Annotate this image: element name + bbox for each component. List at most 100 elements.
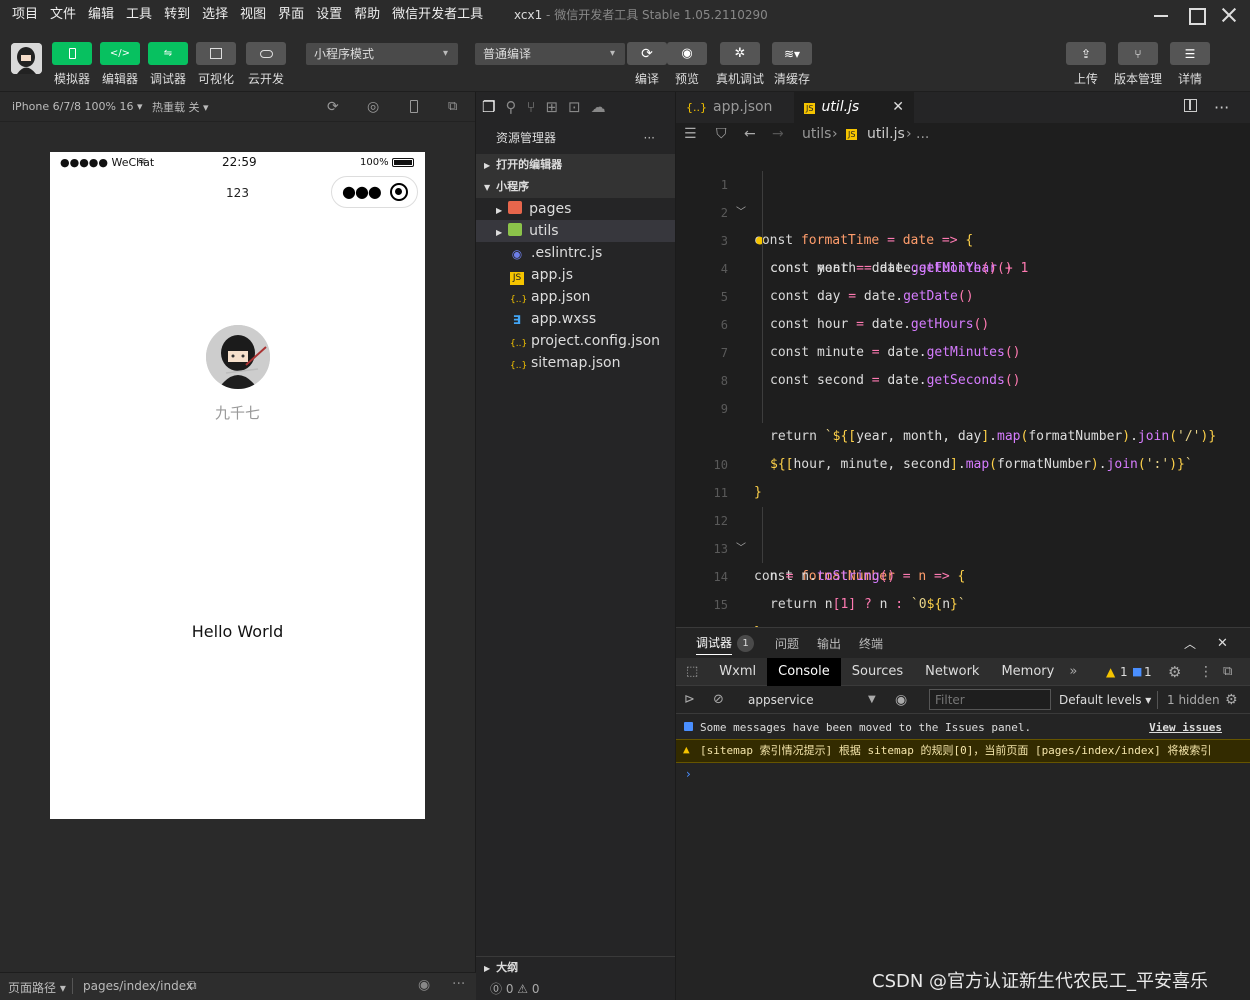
dock-icon[interactable]: ⧉ — [1223, 664, 1232, 679]
more-icon[interactable]: ●●● — [342, 182, 382, 201]
tab-console[interactable]: Console — [767, 657, 841, 686]
close-miniprogram-icon[interactable] — [390, 183, 408, 201]
device-select[interactable]: iPhone 6/7/8 100% 16 ▾ — [12, 100, 143, 113]
compile-button[interactable]: ⟳ 编译 — [627, 42, 667, 87]
phone-outline-icon[interactable] — [410, 100, 418, 113]
search-icon[interactable]: ⚲ — [505, 98, 516, 116]
fold-icon[interactable]: ﹀ — [736, 535, 746, 563]
warning-count[interactable]: 1 — [1120, 665, 1128, 679]
menu-item-interface[interactable]: 界面 — [272, 0, 310, 30]
files-icon[interactable]: ❐ — [482, 98, 495, 116]
levels-select[interactable]: Default levels ▾ — [1059, 693, 1151, 707]
close-panel-icon[interactable]: ✕ — [1217, 636, 1228, 651]
maximize-icon[interactable] — [1185, 4, 1207, 26]
tree-item-app-json[interactable]: {..} app.json — [476, 286, 675, 308]
menu-item-wechat-devtools[interactable]: 微信开发者工具 — [386, 0, 489, 30]
menu-item-select[interactable]: 选择 — [196, 0, 234, 30]
menu-item-edit[interactable]: 编辑 — [82, 0, 120, 30]
debug-icon[interactable]: ⊡ — [568, 98, 581, 116]
gear-icon[interactable]: ⚙ — [1168, 663, 1181, 681]
close-icon[interactable] — [1218, 4, 1240, 26]
menu-item-settings[interactable]: 设置 — [310, 0, 348, 30]
source-control-icon[interactable]: ⑂ — [526, 98, 535, 116]
open-editors-section[interactable]: ▶ 打开的编辑器 — [476, 154, 675, 176]
menu-icon: ☰ — [1184, 46, 1196, 61]
code-area[interactable]: 1 ﹀ const formatTime = date => { 2 ● con… — [676, 143, 1250, 627]
view-issues-link[interactable]: View issues — [1149, 722, 1222, 734]
sidebar-icon[interactable]: ⊳ — [684, 692, 695, 707]
tab-output[interactable]: 输出 — [817, 635, 841, 652]
minimize-icon[interactable] — [1150, 4, 1172, 26]
tree-item-sitemap[interactable]: {..} sitemap.json — [476, 352, 675, 374]
more-tabs-icon[interactable]: » — [1065, 664, 1081, 679]
project-section[interactable]: ▼ 小程序 — [476, 176, 675, 198]
tree-item-app-js[interactable]: JS app.js — [476, 264, 675, 286]
problems-status[interactable]: ⓪ 0 ⚠ 0 — [490, 978, 539, 1000]
tree-item-app-wxss[interactable]: ∃ app.wxss — [476, 308, 675, 330]
kebab-icon[interactable]: ⋮ — [1199, 664, 1213, 680]
menu-capsule[interactable]: ●●● — [331, 176, 418, 208]
tree-item-eslintrc[interactable]: ◉ .eslintrc.js — [476, 242, 675, 264]
tab-problems[interactable]: 问题 — [775, 635, 799, 652]
context-select[interactable]: appservice — [748, 693, 814, 707]
more-icon[interactable]: ··· — [1214, 92, 1229, 123]
compile-mode-select[interactable]: 普通编译 — [475, 43, 625, 65]
detach-icon[interactable]: ⧉ — [448, 99, 457, 114]
battery-percent: 100% — [360, 157, 389, 168]
outline-section[interactable]: ▶ 大纲 — [476, 956, 675, 978]
user-avatar-image[interactable] — [206, 325, 270, 389]
version-button[interactable]: ⑂ 版本管理 — [1114, 42, 1162, 87]
tree-item-utils[interactable]: ▶ utils — [476, 220, 675, 242]
upload-button[interactable]: ⇪ 上传 — [1066, 42, 1106, 87]
fold-icon[interactable]: ﹀ — [736, 199, 746, 227]
menu-item-file[interactable]: 文件 — [44, 0, 82, 30]
extensions-icon[interactable]: ⊞ — [545, 98, 558, 116]
eye-icon[interactable]: ◉ — [895, 692, 907, 708]
console-prompt-icon[interactable]: › — [676, 763, 1250, 785]
stop-icon[interactable]: ◎ — [367, 99, 379, 115]
code-line: 16 — [676, 591, 728, 627]
menu-item-view[interactable]: 视图 — [234, 0, 272, 30]
info-count[interactable]: 1 — [1144, 665, 1152, 679]
menu-item-project[interactable]: 项目 — [6, 0, 44, 30]
mode-select[interactable]: 小程序模式 — [306, 43, 458, 65]
tab-util-js[interactable]: JS util.js ✕ — [794, 92, 914, 123]
visual-button[interactable]: 可视化 — [196, 42, 236, 87]
docker-icon[interactable]: ☁ — [591, 98, 606, 116]
clear-console-icon[interactable]: ⊘ — [713, 692, 724, 707]
tab-wxml[interactable]: Wxml — [708, 658, 767, 686]
inspect-icon[interactable]: ⬚ — [676, 664, 708, 679]
preview-button[interactable]: ◉ 预览 — [667, 42, 707, 87]
tab-memory[interactable]: Memory — [990, 658, 1065, 686]
tab-app-json[interactable]: {..} app.json — [676, 92, 794, 123]
tab-network[interactable]: Network — [914, 658, 990, 686]
more-icon[interactable]: ··· — [644, 122, 655, 154]
split-editor-icon[interactable] — [1184, 99, 1197, 112]
copy-icon[interactable]: ⧉ — [188, 978, 197, 993]
rotate-icon[interactable]: ⟳ — [327, 99, 339, 115]
editor-button[interactable]: </> 编辑器 — [100, 42, 140, 87]
menu-item-tools[interactable]: 工具 — [120, 0, 158, 30]
debugger-button[interactable]: ⇋ 调试器 — [148, 42, 188, 87]
tree-item-pages[interactable]: ▶ pages — [476, 198, 675, 220]
tab-terminal[interactable]: 终端 — [859, 635, 883, 652]
remote-debug-button[interactable]: ✲ 真机调试 — [716, 42, 764, 87]
menu-item-goto[interactable]: 转到 — [158, 0, 196, 30]
clear-cache-button[interactable]: ≋▾ 清缓存 — [772, 42, 812, 87]
filter-input[interactable] — [929, 689, 1051, 710]
tab-debugger[interactable]: 调试器 — [696, 632, 733, 655]
tree-item-project-config[interactable]: {..} project.config.json — [476, 330, 675, 352]
chevron-up-icon[interactable]: ︿ — [1184, 635, 1196, 652]
more-icon[interactable]: ··· — [452, 976, 465, 992]
hot-reload-select[interactable]: 热重载 关 ▾ — [152, 99, 209, 115]
close-tab-icon[interactable]: ✕ — [892, 92, 904, 123]
menu-item-help[interactable]: 帮助 — [348, 0, 386, 30]
cloud-button[interactable]: 云开发 — [246, 42, 286, 87]
tab-sources[interactable]: Sources — [841, 658, 914, 686]
page-path-select[interactable]: 页面路径 ▾ — [8, 979, 66, 996]
user-avatar[interactable] — [11, 43, 42, 74]
details-button[interactable]: ☰ 详情 — [1170, 42, 1210, 87]
eye-icon[interactable]: ◉ — [418, 977, 430, 993]
gear-icon[interactable]: ⚙ — [1225, 692, 1238, 708]
simulator-button[interactable]: 模拟器 — [52, 42, 92, 87]
